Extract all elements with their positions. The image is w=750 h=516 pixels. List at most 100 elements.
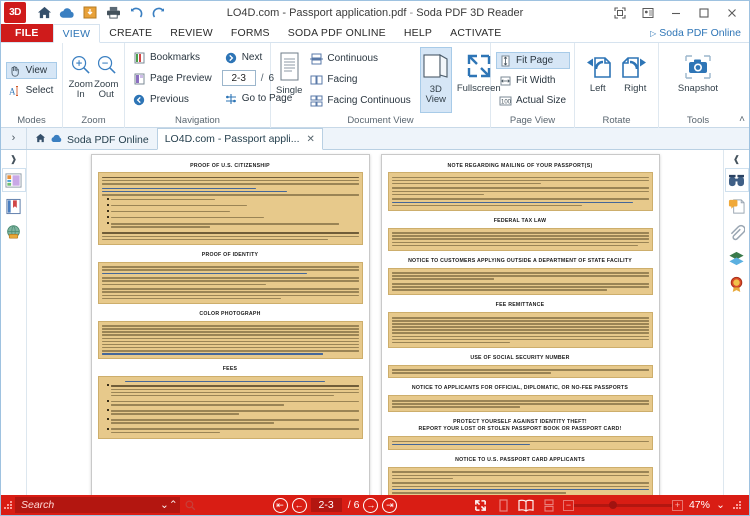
single-view-label: Single (276, 85, 303, 96)
zoom-in-slider-button[interactable]: + (671, 499, 683, 511)
close-button[interactable] (719, 2, 745, 23)
bookmarks-button[interactable]: Bookmarks (130, 49, 216, 66)
attachments-panel-icon[interactable] (725, 220, 749, 244)
facing-continuous-view-button[interactable]: Facing Continuous (307, 92, 414, 109)
page-preview-panel-icon[interactable] (1, 168, 26, 192)
previous-page-button[interactable]: Previous (130, 91, 216, 108)
snapshot-icon (684, 52, 712, 82)
3d-view-button[interactable]: 3D View (419, 47, 452, 113)
search-panel-icon[interactable] (724, 168, 749, 192)
status-page-navigation: ⇤ ← 2-3 / 6 → ⇥ (272, 497, 398, 513)
status-bar: ⌄ ⌃ ⇤ ← 2-3 / 6 → ⇥ (1, 495, 749, 515)
zoom-out-slider-button[interactable]: − (562, 499, 574, 511)
menu-tab-forms[interactable]: FORMS (222, 24, 279, 42)
facing-pages-icon[interactable] (517, 499, 535, 512)
tab-soda-pdf-online[interactable]: Soda PDF Online (27, 129, 157, 149)
previous-page-button-status[interactable]: ← (291, 497, 307, 513)
status-search-box[interactable]: ⌄ ⌃ (15, 497, 180, 513)
fullscreen-icon[interactable] (473, 499, 489, 512)
undo-icon[interactable] (126, 3, 146, 22)
signatures-panel-icon[interactable] (725, 272, 749, 296)
facing-view-button[interactable]: Facing (307, 71, 414, 88)
search-magnifier-icon[interactable] (184, 500, 197, 511)
tabstrip-expander-button[interactable]: › (1, 127, 27, 149)
menu-tab-soda-pdf-online[interactable]: SODA PDF ONLINE (279, 24, 395, 42)
layers-panel-icon[interactable] (725, 246, 749, 270)
left-page-block-1 (97, 172, 363, 245)
fit-width-button[interactable]: Fit Width (496, 72, 570, 89)
menu-tab-help[interactable]: HELP (395, 24, 441, 42)
left-page-heading-photograph: COLOR PHOTOGRAPH (199, 310, 261, 317)
actual-size-label: Actual Size (516, 95, 567, 106)
zoom-dropdown-caret-icon[interactable]: ⌄ (716, 499, 725, 511)
minimize-button[interactable] (663, 2, 689, 23)
zoom-out-button[interactable]: Zoom Out (94, 49, 120, 113)
first-page-button[interactable]: ⇤ (272, 497, 288, 513)
continuous-view-button[interactable]: Continuous (307, 50, 414, 67)
actual-size-button[interactable]: 100 Actual Size (496, 92, 570, 109)
left-rail-collapse-button[interactable]: ❱ (1, 152, 26, 166)
bookmarks-panel-icon[interactable] (2, 194, 26, 218)
tab-passport-application[interactable]: LO4D.com - Passport appli... ✕ (156, 128, 323, 150)
continuous-icon[interactable] (541, 498, 557, 512)
next-page-button-status[interactable]: → (363, 497, 379, 513)
page-number-input[interactable] (221, 70, 256, 86)
right-page-heading-fee-remittance: FEE REMITTANCE (495, 302, 545, 309)
svg-text:100: 100 (501, 99, 512, 105)
comments-panel-icon[interactable] (725, 194, 749, 218)
right-page-block-6 (387, 395, 653, 413)
menu-tab-view[interactable]: VIEW (52, 24, 101, 43)
print-icon[interactable] (103, 3, 123, 22)
search-down-icon[interactable]: ⌄ (160, 499, 169, 511)
zoom-out-label-2: Out (98, 88, 114, 100)
right-rail-collapse-button[interactable]: ❰ (724, 152, 749, 166)
hand-icon (8, 64, 22, 78)
view-mode-button[interactable]: View (5, 62, 58, 79)
menu-tab-file[interactable]: FILE (1, 24, 53, 42)
menu-tab-review[interactable]: REVIEW (161, 24, 222, 42)
close-tab-icon[interactable]: ✕ (307, 134, 315, 145)
fit-page-button[interactable]: Fit Page (496, 52, 571, 69)
page-preview-label: Page Preview (150, 73, 212, 84)
document-viewer[interactable]: PROOF OF U.S. CITIZENSHIP PROOF OF IDENT… (27, 150, 723, 495)
home-icon[interactable] (34, 3, 54, 22)
page-preview-button[interactable]: Page Preview (130, 70, 216, 87)
redo-icon[interactable] (149, 3, 169, 22)
zoom-slider-thumb[interactable] (608, 501, 617, 509)
single-view-button[interactable]: Single (276, 47, 302, 111)
zoom-slider[interactable]: − + (562, 498, 683, 512)
maximize-button[interactable] (691, 2, 717, 23)
menu-tab-create[interactable]: CREATE (100, 24, 161, 42)
account-icon[interactable] (635, 2, 661, 23)
search-up-icon[interactable]: ⌃ (169, 499, 178, 511)
right-page-block-8 (387, 466, 653, 495)
go-to-page-icon (224, 92, 238, 106)
zoom-level-value[interactable]: 47% (689, 499, 710, 511)
facing-continuous-icon (309, 94, 323, 108)
status-page-value[interactable]: 2-3 (310, 498, 342, 512)
single-page-icon[interactable] (495, 498, 511, 512)
rotate-right-button[interactable]: Right (618, 49, 654, 113)
rotate-left-button[interactable]: Left (580, 49, 616, 113)
last-page-button[interactable]: ⇥ (382, 497, 398, 513)
cloud-tab-icon (50, 134, 63, 146)
web-links-panel-icon[interactable] (2, 220, 26, 244)
zoom-slider-track[interactable] (572, 503, 673, 507)
soda-pdf-online-link[interactable]: ▷ Soda PDF Online (650, 24, 749, 42)
zoom-in-button[interactable]: Zoom In (68, 49, 94, 113)
select-mode-button[interactable]: A Select (6, 82, 58, 99)
cloud-icon[interactable] (57, 3, 77, 22)
resize-grip-icon[interactable] (731, 500, 745, 510)
fullscreen-toggle-icon[interactable] (607, 2, 633, 23)
open-file-icon[interactable] (80, 3, 100, 22)
ribbon-collapse-button[interactable]: ˄ (739, 114, 745, 125)
ribbon-group-rotate-label: Rotate (602, 115, 631, 126)
zoom-in-icon (70, 52, 91, 78)
window-title-separator: - (409, 6, 414, 19)
menu-tab-activate[interactable]: ACTIVATE (441, 24, 510, 42)
window-title-app: Soda PDF 3D Reader (416, 6, 524, 19)
tab-soda-pdf-online-label: Soda PDF Online (67, 133, 149, 146)
search-input[interactable] (19, 498, 160, 512)
snapshot-button[interactable]: Snapshot (668, 49, 728, 113)
status-grip-icon[interactable] (1, 500, 15, 510)
